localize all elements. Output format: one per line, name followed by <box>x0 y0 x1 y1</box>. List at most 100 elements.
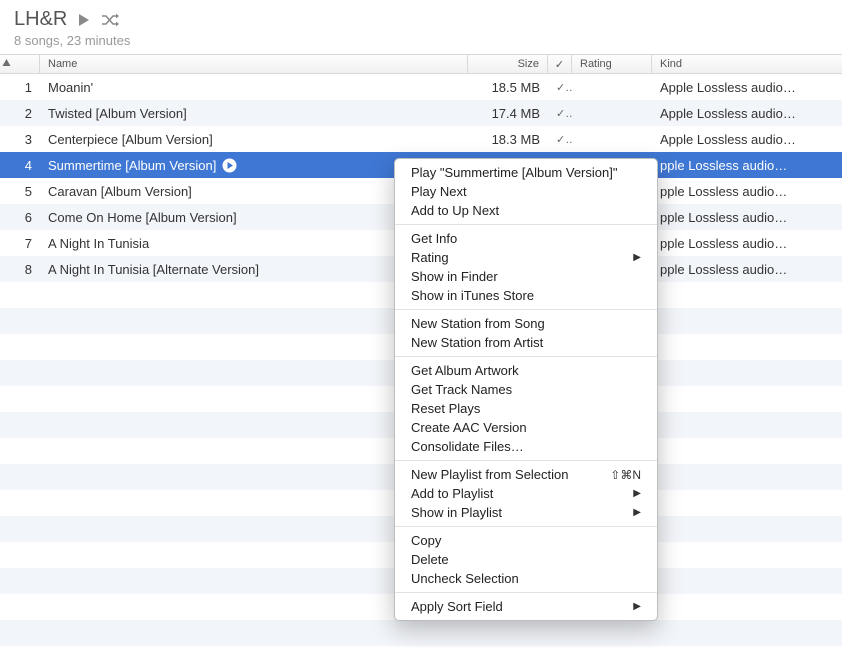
menu-item[interactable]: New Station from Song <box>395 314 657 333</box>
menu-separator <box>395 224 657 225</box>
play-icon[interactable] <box>77 13 91 27</box>
sort-ascending-icon <box>2 58 11 70</box>
playlist-subtitle: 8 songs, 23 minutes <box>14 33 828 48</box>
track-checked[interactable]: ✓ <box>548 107 572 120</box>
track-name: Centerpiece [Album Version] <box>48 132 213 147</box>
submenu-arrow-icon: ▶ <box>633 507 641 518</box>
submenu-arrow-icon: ▶ <box>633 252 641 263</box>
empty-row <box>0 620 842 646</box>
menu-item[interactable]: Get Track Names <box>395 380 657 399</box>
menu-item[interactable]: Show in Playlist ▶ <box>395 503 657 522</box>
menu-item[interactable]: Play "Summertime [Album Version]" <box>395 163 657 182</box>
menu-item[interactable]: New Playlist from Selection ⇧⌘N <box>395 465 657 484</box>
track-number: 7 <box>0 236 40 251</box>
menu-item-label: Add to Playlist <box>411 486 493 501</box>
table-header: Name Size ✓ Rating Kind <box>0 54 842 74</box>
arrow-circle-icon[interactable] <box>222 158 237 173</box>
track-number: 1 <box>0 80 40 95</box>
menu-item[interactable]: Uncheck Selection <box>395 569 657 588</box>
menu-item[interactable]: Rating ▶ <box>395 248 657 267</box>
header: LH&R 8 songs, 23 minutes <box>0 0 842 54</box>
menu-item[interactable]: Add to Playlist ▶ <box>395 484 657 503</box>
menu-item-label: New Station from Artist <box>411 335 543 350</box>
track-size: 17.4 MB <box>468 106 548 121</box>
track-size: 18.5 MB <box>468 80 548 95</box>
track-kind: Apple Lossless audio… <box>652 106 842 121</box>
track-kind: pple Lossless audio… <box>652 236 842 251</box>
track-name: Come On Home [Album Version] <box>48 210 237 225</box>
menu-item-label: Reset Plays <box>411 401 480 416</box>
track-name: Moanin' <box>48 80 93 95</box>
menu-item-label: Get Info <box>411 231 457 246</box>
track-name: Twisted [Album Version] <box>48 106 187 121</box>
title-row: LH&R <box>14 8 828 31</box>
menu-item-label: New Playlist from Selection <box>411 467 569 482</box>
track-kind: pple Lossless audio… <box>652 262 842 277</box>
menu-item-label: Uncheck Selection <box>411 571 519 586</box>
column-label: Name <box>48 58 77 70</box>
menu-item[interactable]: Consolidate Files… <box>395 437 657 456</box>
menu-item[interactable]: Copy <box>395 531 657 550</box>
column-label: Rating <box>580 58 612 70</box>
menu-separator <box>395 592 657 593</box>
track-number: 2 <box>0 106 40 121</box>
column-header-rating[interactable]: Rating <box>572 55 652 73</box>
track-name: A Night In Tunisia <box>48 236 149 251</box>
column-header-size[interactable]: Size <box>468 55 548 73</box>
menu-item-label: Rating <box>411 250 449 265</box>
track-number: 6 <box>0 210 40 225</box>
column-header-name[interactable]: Name <box>40 55 468 73</box>
track-kind: Apple Lossless audio… <box>652 80 842 95</box>
column-header-check[interactable]: ✓ <box>548 55 572 73</box>
menu-item-label: Create AAC Version <box>411 420 527 435</box>
menu-separator <box>395 460 657 461</box>
menu-item[interactable]: Delete <box>395 550 657 569</box>
menu-item-label: Show in Finder <box>411 269 498 284</box>
submenu-arrow-icon: ▶ <box>633 488 641 499</box>
menu-item[interactable]: Play Next <box>395 182 657 201</box>
track-checked[interactable]: ✓ <box>548 133 572 146</box>
column-header-number[interactable] <box>0 55 40 73</box>
track-number: 5 <box>0 184 40 199</box>
menu-item[interactable]: New Station from Artist <box>395 333 657 352</box>
track-number: 3 <box>0 132 40 147</box>
column-header-kind[interactable]: Kind <box>652 55 842 73</box>
column-label: Kind <box>660 58 682 70</box>
menu-item[interactable]: Get Info <box>395 229 657 248</box>
menu-item[interactable]: Create AAC Version <box>395 418 657 437</box>
menu-item-label: Show in Playlist <box>411 505 502 520</box>
menu-item[interactable]: Show in iTunes Store <box>395 286 657 305</box>
playlist-title: LH&R <box>14 8 67 31</box>
track-name: Summertime [Album Version] <box>48 158 216 173</box>
menu-shortcut: ⇧⌘N <box>610 468 641 482</box>
menu-separator <box>395 356 657 357</box>
menu-item[interactable]: Get Album Artwork <box>395 361 657 380</box>
table-row[interactable]: 3Centerpiece [Album Version]18.3 MB✓Appl… <box>0 126 842 152</box>
menu-item-label: Delete <box>411 552 449 567</box>
menu-item-label: Get Track Names <box>411 382 512 397</box>
submenu-arrow-icon: ▶ <box>633 601 641 612</box>
menu-item[interactable]: Apply Sort Field ▶ <box>395 597 657 616</box>
track-kind: pple Lossless audio… <box>652 210 842 225</box>
menu-separator <box>395 526 657 527</box>
menu-item[interactable]: Add to Up Next <box>395 201 657 220</box>
table-row[interactable]: 1 Moanin' 18.5 MB✓ Apple Lossless audio… <box>0 74 842 100</box>
track-number: 4 <box>0 158 40 173</box>
track-name-cell: Twisted [Album Version] <box>40 106 468 121</box>
menu-item[interactable]: Show in Finder <box>395 267 657 286</box>
context-menu[interactable]: Play "Summertime [Album Version]" Play Ne… <box>394 158 658 621</box>
menu-item-label: New Station from Song <box>411 316 545 331</box>
shuffle-icon[interactable] <box>101 13 119 27</box>
menu-item-label: Apply Sort Field <box>411 599 503 614</box>
menu-item-label: Play Next <box>411 184 467 199</box>
menu-item[interactable]: Reset Plays <box>395 399 657 418</box>
column-label: Size <box>518 58 539 70</box>
track-name: Caravan [Album Version] <box>48 184 192 199</box>
menu-item-label: Get Album Artwork <box>411 363 519 378</box>
column-label: ✓ <box>555 58 564 71</box>
track-checked[interactable]: ✓ <box>548 81 572 94</box>
menu-item-label: Consolidate Files… <box>411 439 524 454</box>
track-kind: pple Lossless audio… <box>652 158 842 173</box>
track-name-cell: Centerpiece [Album Version] <box>40 132 468 147</box>
table-row[interactable]: 2 Twisted [Album Version] 17.4 MB✓ Apple Lo… <box>0 100 842 126</box>
